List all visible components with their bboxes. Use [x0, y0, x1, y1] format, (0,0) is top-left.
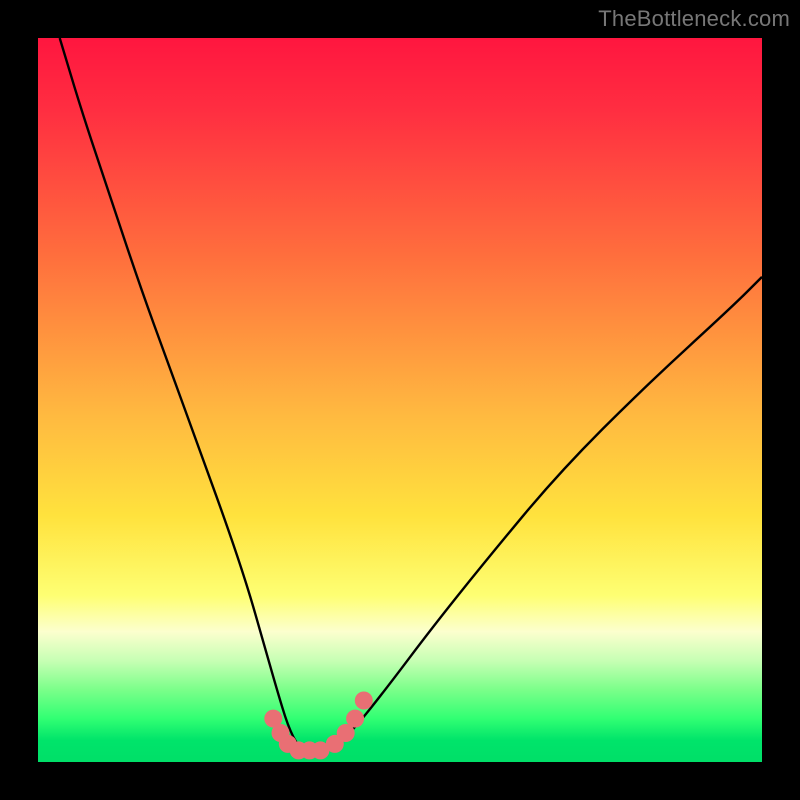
plot-area	[38, 38, 762, 762]
highlight-dot	[346, 710, 364, 728]
chart-frame: TheBottleneck.com	[0, 0, 800, 800]
highlight-dot	[355, 692, 373, 710]
bottleneck-curve	[60, 38, 762, 754]
watermark-label: TheBottleneck.com	[598, 6, 790, 32]
curve-svg	[38, 38, 762, 762]
